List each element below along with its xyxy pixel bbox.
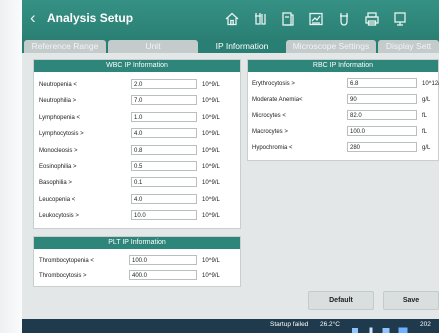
rbc-row-label: Erythrocytosis > xyxy=(252,81,295,87)
printer-icon[interactable] xyxy=(364,11,380,27)
rbc-panel-title: RBC IP Information xyxy=(248,60,438,72)
status-bar: Startup failed 26.2°C 202 xyxy=(22,319,439,333)
wbc-panel-title: WBC IP Information xyxy=(34,60,240,72)
plt-threshold-input[interactable]: 400.0 xyxy=(129,270,197,280)
reagent-status-icon xyxy=(367,322,375,333)
wbc-threshold-input[interactable]: 4.0 xyxy=(131,128,197,139)
wbc-unit-label: 10^9/L xyxy=(202,164,220,170)
plt-panel: PLT IP Information Thrombocytopenia < 100… xyxy=(33,236,241,287)
plt-threshold-input[interactable]: 100.0 xyxy=(129,255,197,265)
rbc-row-label: Hypochromia < xyxy=(252,145,293,151)
rbc-row: Macrocytes > 100.0 fL xyxy=(252,126,438,139)
home-icon[interactable] xyxy=(224,11,240,27)
wbc-row: Neutropenia < 2.0 10^9/L xyxy=(39,79,237,92)
tab-reference-range[interactable]: Reference Range xyxy=(24,40,106,53)
wbc-unit-label: 10^9/L xyxy=(202,131,220,138)
plt-row: Thrombocytopenia < 100.0 10^9/L xyxy=(39,255,237,268)
wbc-row-label: Lymphocytosis > xyxy=(39,131,84,138)
default-button[interactable]: Default xyxy=(308,291,374,310)
wbc-unit-label: 10^9/L xyxy=(202,114,220,121)
rbc-row: Erythrocytosis > 6.8 10^12/L xyxy=(252,78,439,91)
wbc-unit-label: 10^9/L xyxy=(202,82,220,88)
folder-icon[interactable] xyxy=(280,11,296,27)
rbc-unit-label: fL xyxy=(422,113,428,119)
tab-display-settings[interactable]: Display Sett xyxy=(378,40,439,53)
wbc-unit-label: 10^9/L xyxy=(202,213,220,220)
wbc-row: Lymphocytosis > 4.0 10^9/L xyxy=(39,128,237,141)
plt-row-label: Thrombocytopenia < xyxy=(39,258,94,264)
wbc-threshold-input[interactable]: 0.1 xyxy=(131,177,197,188)
wbc-row-label: Neutropenia < xyxy=(39,82,77,88)
rbc-row-label: Microcytes < xyxy=(252,113,286,119)
wbc-unit-label: 10^9/L xyxy=(202,180,220,187)
printer-status-icon xyxy=(351,322,359,333)
rbc-row: Moderate Anemia< 90 g/L xyxy=(252,94,438,107)
plt-unit-label: 10^9/L xyxy=(202,273,220,279)
wbc-row-label: Lymphopenia < xyxy=(39,114,80,121)
wbc-row: Monocleosis > 0.8 10^9/L xyxy=(39,144,237,158)
chart-icon[interactable] xyxy=(308,11,324,27)
rbc-threshold-input[interactable]: 6.8 xyxy=(347,78,417,88)
tab-ip-information[interactable]: IP Information xyxy=(200,40,284,53)
status-message: Startup failed xyxy=(270,321,309,328)
wbc-row-label: Leukocytosis > xyxy=(39,213,79,220)
rbc-threshold-input[interactable]: 90 xyxy=(347,94,417,104)
reagent-icon[interactable] xyxy=(252,11,268,27)
rbc-threshold-input[interactable]: 100.0 xyxy=(347,126,417,136)
plt-unit-label: 10^9/L xyxy=(202,258,220,264)
rbc-unit-label: g/L xyxy=(422,97,431,103)
power-icon[interactable] xyxy=(392,11,408,27)
rbc-unit-label: fL xyxy=(422,129,428,135)
network-status-icon xyxy=(382,322,390,333)
wbc-threshold-input[interactable]: 10.0 xyxy=(131,210,197,221)
probe-icon[interactable] xyxy=(336,11,352,27)
wbc-row: Neutrophilia > 7.0 10^9/L xyxy=(39,95,237,108)
wbc-unit-label: 10^9/L xyxy=(202,147,220,154)
rbc-row: Microcytes < 82.0 fL xyxy=(252,110,438,123)
temperature-readout: 26.2°C xyxy=(320,321,340,328)
wbc-threshold-input[interactable]: 1.0 xyxy=(131,111,197,122)
clock-readout: 202 xyxy=(420,321,431,328)
tab-unit[interactable]: Unit xyxy=(108,40,198,53)
wbc-row-label: Monocleosis > xyxy=(39,147,78,154)
wbc-row: Lymphopenia < 1.0 10^9/L xyxy=(39,111,237,125)
rbc-row: Hypochromia < 280 g/L xyxy=(252,142,438,155)
plt-panel-title: PLT IP Information xyxy=(34,237,240,249)
wbc-panel: WBC IP Information Neutropenia < 2.0 10^9/… xyxy=(33,59,241,229)
save-button[interactable]: Save xyxy=(383,291,439,310)
wbc-row: Eosinophilia > 0.5 10^9/L xyxy=(39,161,237,174)
wbc-row-label: Basophilia > xyxy=(39,180,72,187)
wbc-threshold-input[interactable]: 7.0 xyxy=(131,95,197,106)
wbc-threshold-input[interactable]: 4.0 xyxy=(131,193,197,204)
wbc-row-label: Leucopenia < xyxy=(39,196,76,203)
plt-row-label: Thrombocytosis > xyxy=(39,273,87,279)
rbc-threshold-input[interactable]: 82.0 xyxy=(347,110,417,120)
app-screen: ‹ Analysis Setup Reference Range Unit IP… xyxy=(22,0,439,333)
rbc-row-label: Moderate Anemia< xyxy=(252,97,303,103)
wbc-row-label: Eosinophilia > xyxy=(39,164,77,170)
wbc-row: Leukocytosis > 10.0 10^9/L xyxy=(39,210,237,223)
wbc-threshold-input[interactable]: 0.8 xyxy=(131,144,197,155)
tab-bar: Reference Range Unit IP Information Micr… xyxy=(22,39,439,53)
wbc-row-label: Neutrophilia > xyxy=(39,98,77,105)
wbc-threshold-input[interactable]: 0.5 xyxy=(131,161,197,171)
header-bar: ‹ Analysis Setup xyxy=(22,0,439,38)
rbc-threshold-input[interactable]: 280 xyxy=(347,142,417,152)
rbc-panel: RBC IP Information Erythrocytosis > 6.8 10… xyxy=(247,59,439,161)
wbc-row: Leucopenia < 4.0 10^9/L xyxy=(39,193,237,207)
back-arrow-icon[interactable]: ‹ xyxy=(30,9,36,27)
wbc-unit-label: 10^9/L xyxy=(202,98,220,105)
plt-row: Thrombocytosis > 400.0 10^9/L xyxy=(39,270,237,283)
wbc-unit-label: 10^9/L xyxy=(202,196,220,203)
wbc-threshold-input[interactable]: 2.0 xyxy=(131,79,197,89)
page-title: Analysis Setup xyxy=(47,11,134,25)
rbc-row-label: Macrocytes > xyxy=(252,129,288,135)
rbc-unit-label: 10^12/L xyxy=(422,81,439,87)
lis-status-icon xyxy=(398,322,408,333)
device-bezel xyxy=(0,0,22,333)
tab-microscope-settings[interactable]: Microscope Settings xyxy=(286,40,376,53)
content-area: WBC IP Information Neutropenia < 2.0 10^9/… xyxy=(22,53,439,319)
rbc-unit-label: g/L xyxy=(422,145,431,151)
wbc-row: Basophilia > 0.1 10^9/L xyxy=(39,177,237,190)
